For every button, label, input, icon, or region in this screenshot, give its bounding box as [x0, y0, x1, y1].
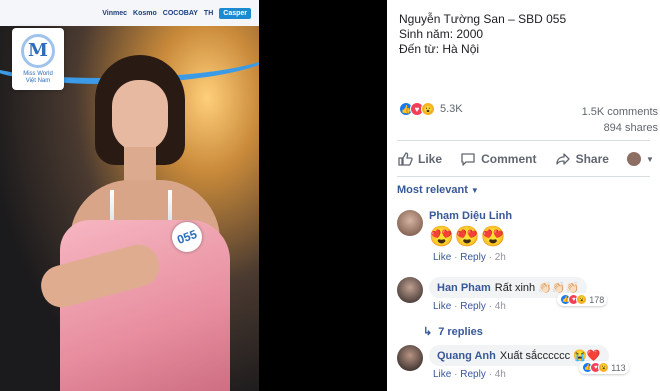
comment-reactions[interactable]: 👍 ♥ 😮 178 — [557, 293, 608, 306]
sort-label: Most relevant — [397, 184, 468, 196]
reaction-summary[interactable]: 👍 ♥ 😮 5.3K — [399, 102, 463, 116]
comment-sort-dropdown[interactable]: Most relevant ▼ — [397, 184, 479, 196]
reaction-count: 5.3K — [440, 103, 463, 115]
commenter-name[interactable]: Quang Anh — [437, 350, 496, 362]
comment-label: Comment — [481, 152, 537, 166]
replies-label: 7 replies — [438, 325, 483, 338]
comment-item: Quang Anh Xuất sắcccccc 😭❤️ 👍 ♥ 😮 113 Li… — [397, 345, 629, 380]
sponsor-logo: Vinmec — [102, 9, 128, 17]
sponsor-logo: TH — [203, 9, 214, 17]
post-stats: 1.5K comments 894 shares — [582, 104, 658, 136]
wow-reaction-icon: 😮 — [598, 362, 610, 373]
comment-reaction-count: 113 — [611, 362, 626, 373]
comments-count-link[interactable]: 1.5K comments — [582, 104, 658, 120]
comment-reply-link[interactable]: Reply — [460, 301, 486, 312]
avatar[interactable] — [397, 277, 423, 303]
chevron-down-icon: ▼ — [646, 154, 654, 164]
comment-item: Phạm Diệu Linh 😍😍😍 Like · Reply · 2h — [397, 210, 512, 263]
caret-down-icon: ▼ — [470, 185, 479, 195]
divider — [397, 140, 650, 141]
thumbs-up-icon — [398, 152, 413, 166]
post-photo[interactable]: Vinmec Kosmo COCOBAY TH Casper M Miss Wo… — [0, 0, 259, 391]
comment-bubble: Han Pham Rất xinh 👏🏻👏🏻👏🏻 👍 ♥ 😮 178 — [429, 277, 608, 306]
comment-item: Han Pham Rất xinh 👏🏻👏🏻👏🏻 👍 ♥ 😮 178 Like … — [397, 277, 608, 312]
comment-time[interactable]: 4h — [495, 369, 506, 380]
comment-reply-link[interactable]: Reply — [460, 369, 486, 380]
sponsor-logo: Kosmo — [133, 9, 157, 17]
like-label: Like — [418, 152, 443, 166]
share-label: Share — [575, 152, 609, 166]
sponsor-logo: Casper — [219, 7, 251, 19]
shares-count-link[interactable]: 894 shares — [582, 120, 658, 136]
comment-meta: Like · Reply · 2h — [433, 252, 506, 263]
reaction-identity-selector[interactable]: ▼ — [627, 152, 654, 166]
view-replies-link[interactable]: ↳ 7 replies — [423, 325, 483, 339]
comment-like-link[interactable]: Like — [433, 369, 451, 380]
wow-reaction-icon: 😮 — [576, 294, 588, 305]
contestant-figure — [36, 55, 240, 391]
wow-reaction-icon: 😮 — [421, 102, 435, 116]
comment-like-link[interactable]: Like — [433, 301, 451, 312]
avatar — [627, 152, 642, 166]
comment-bubble: Quang Anh Xuất sắcccccc 😭❤️ 👍 ♥ 😮 113 — [429, 345, 629, 374]
sponsor-logo: COCOBAY — [162, 9, 198, 17]
avatar[interactable] — [397, 345, 423, 371]
comment-text: 😍😍😍 — [429, 226, 507, 248]
divider — [397, 176, 650, 177]
like-button[interactable]: Like — [397, 151, 442, 167]
sponsor-banner: Vinmec Kosmo COCOBAY TH Casper — [0, 0, 259, 26]
commenter-name[interactable]: Han Pham — [437, 282, 491, 294]
comment-reactions[interactable]: 👍 ♥ 😮 113 — [579, 361, 629, 374]
comment-time[interactable]: 2h — [495, 252, 506, 263]
comment-icon — [461, 153, 475, 166]
comment-like-link[interactable]: Like — [433, 252, 451, 263]
comment-time[interactable]: 4h — [495, 301, 506, 312]
commenter-name[interactable]: Phạm Diệu Linh — [429, 210, 512, 222]
avatar[interactable] — [397, 210, 423, 236]
share-icon — [555, 153, 570, 165]
post-caption: Nguyễn Tường San – SBD 055 Sinh năm: 200… — [399, 12, 566, 57]
share-button[interactable]: Share — [555, 151, 609, 167]
reply-arrow-icon: ↳ — [423, 326, 433, 338]
caption-line: Đến từ: Hà Nội — [399, 42, 480, 56]
photo-viewer: Vinmec Kosmo COCOBAY TH Casper M Miss Wo… — [0, 0, 387, 391]
post-actions-bar: Like Comment Share ▼ — [397, 146, 660, 172]
comment-reply-link[interactable]: Reply — [460, 252, 486, 263]
caption-line: Sinh năm: 2000 — [399, 27, 484, 41]
comment-reaction-count: 178 — [589, 294, 605, 305]
post-sidebar: Nguyễn Tường San – SBD 055 Sinh năm: 200… — [387, 0, 660, 391]
comment-button[interactable]: Comment — [460, 151, 536, 167]
caption-line: Nguyễn Tường San – SBD 055 — [399, 12, 567, 26]
